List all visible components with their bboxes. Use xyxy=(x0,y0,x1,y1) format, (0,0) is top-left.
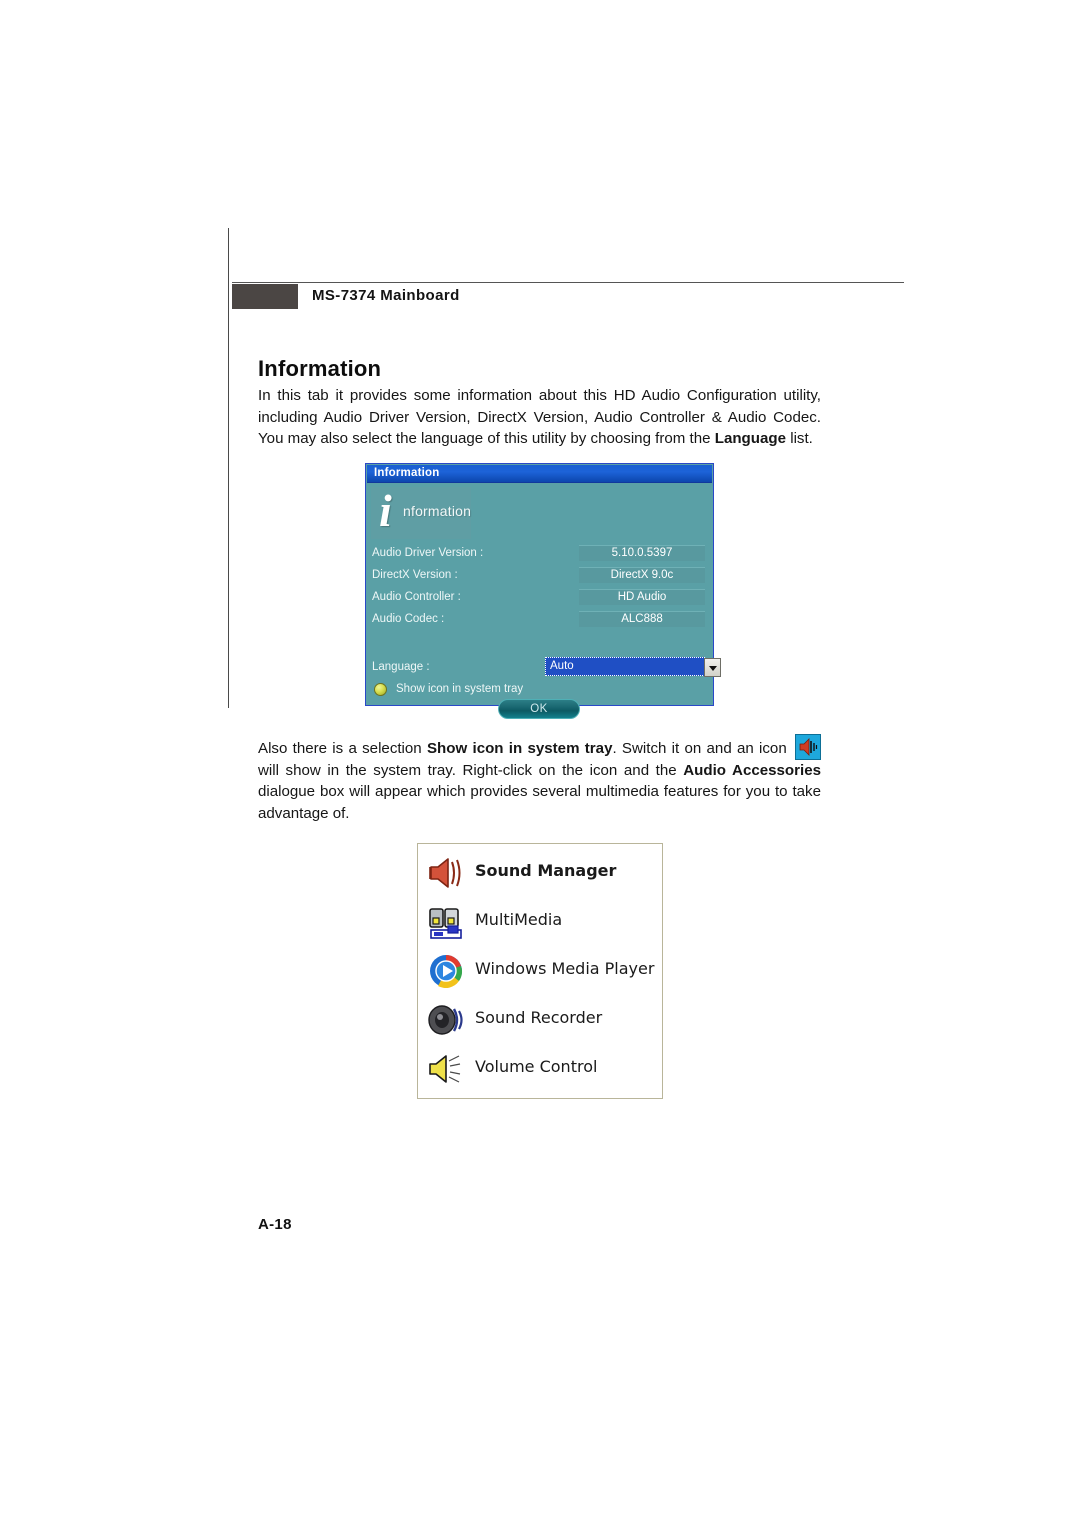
dialog-body: i nformation Audio Driver Version : 5.10… xyxy=(367,483,721,719)
information-dialog: Information i nformation Audio Driver Ve… xyxy=(365,463,721,719)
show-icon-in-system-tray-label: Show icon in system tray xyxy=(396,683,524,695)
list-item-label: MultiMedia xyxy=(475,910,563,929)
language-selected-value: Auto xyxy=(550,660,574,672)
audio-driver-version-value: 5.10.0.5397 xyxy=(579,545,705,561)
intro-language-emphasis: Language xyxy=(714,430,787,447)
tray-text-part-1: Also there is a selection xyxy=(258,740,427,757)
audio-codec-label: Audio Codec : xyxy=(372,613,445,625)
page-left-rule xyxy=(228,228,229,708)
windows-media-player-icon xyxy=(426,950,468,992)
list-item-label: Volume Control xyxy=(475,1057,598,1076)
language-label: Language : xyxy=(372,661,430,673)
tray-text-part-3: . Switch it on and an icon xyxy=(612,740,792,757)
dialog-title: Information xyxy=(374,467,440,479)
audio-codec-value: ALC888 xyxy=(579,611,705,627)
speaker-red-icon xyxy=(426,852,468,894)
list-item[interactable]: Windows Media Player xyxy=(418,948,662,996)
show-icon-in-system-tray-row[interactable]: Show icon in system tray xyxy=(367,681,712,701)
information-banner: i nformation xyxy=(371,487,471,539)
list-item-label: Sound Recorder xyxy=(475,1008,603,1027)
list-item-label: Windows Media Player xyxy=(475,959,655,978)
field-row-directx-version: DirectX Version : DirectX 9.0c xyxy=(367,567,712,586)
directx-version-label: DirectX Version : xyxy=(372,569,458,581)
sound-recorder-icon xyxy=(426,999,468,1041)
tray-text-part-4: will show in the system tray. Right-clic… xyxy=(258,761,684,779)
language-row: Language : Auto xyxy=(367,657,721,679)
list-item[interactable]: MultiMedia xyxy=(418,899,662,947)
language-select[interactable]: Auto xyxy=(545,657,721,677)
system-tray-speaker-icon xyxy=(795,734,821,760)
page-number: A-18 xyxy=(258,1216,292,1233)
intro-paragraph: In this tab it provides some information… xyxy=(258,385,821,450)
system-tray-paragraph: Also there is a selection Show icon in s… xyxy=(258,733,821,824)
list-item[interactable]: Sound Manager xyxy=(418,850,662,898)
volume-control-icon xyxy=(426,1048,468,1090)
list-item-label: Sound Manager xyxy=(475,861,617,880)
header-title: MS-7374 Mainboard xyxy=(312,287,460,304)
tray-text-part-6: dialogue box will appear which provides … xyxy=(258,783,821,822)
audio-accessories-menu: Sound Manager MultiMedia Windows Media P… xyxy=(417,843,663,1099)
field-row-audio-controller: Audio Controller : HD Audio xyxy=(367,589,712,608)
tray-show-icon-emphasis: Show icon in system tray xyxy=(426,740,613,757)
list-item[interactable]: Sound Recorder xyxy=(418,997,662,1045)
audio-driver-version-label: Audio Driver Version : xyxy=(372,547,484,559)
list-item[interactable]: Volume Control xyxy=(418,1046,662,1094)
directx-version-value: DirectX 9.0c xyxy=(579,567,705,583)
information-banner-text: nformation xyxy=(403,503,472,519)
multimedia-icon xyxy=(426,901,468,943)
tray-audio-accessories-emphasis: Audio Accessories xyxy=(683,761,821,779)
ok-button[interactable]: OK xyxy=(498,699,580,719)
page-header: MS-7374 Mainboard xyxy=(232,282,904,310)
field-row-audio-codec: Audio Codec : ALC888 xyxy=(367,611,712,630)
chevron-down-icon[interactable] xyxy=(704,658,721,677)
header-divider-line xyxy=(232,282,904,283)
field-row-audio-driver-version: Audio Driver Version : 5.10.0.5397 xyxy=(367,545,712,564)
page-title: Information xyxy=(258,356,382,381)
led-indicator-icon[interactable] xyxy=(374,683,387,696)
dialog-titlebar[interactable]: Information xyxy=(367,465,712,483)
information-i-icon: i xyxy=(379,485,392,536)
intro-text-part-3: list. xyxy=(786,430,813,447)
audio-controller-label: Audio Controller : xyxy=(372,591,461,603)
header-accent-block xyxy=(232,284,298,309)
audio-controller-value: HD Audio xyxy=(579,589,705,605)
